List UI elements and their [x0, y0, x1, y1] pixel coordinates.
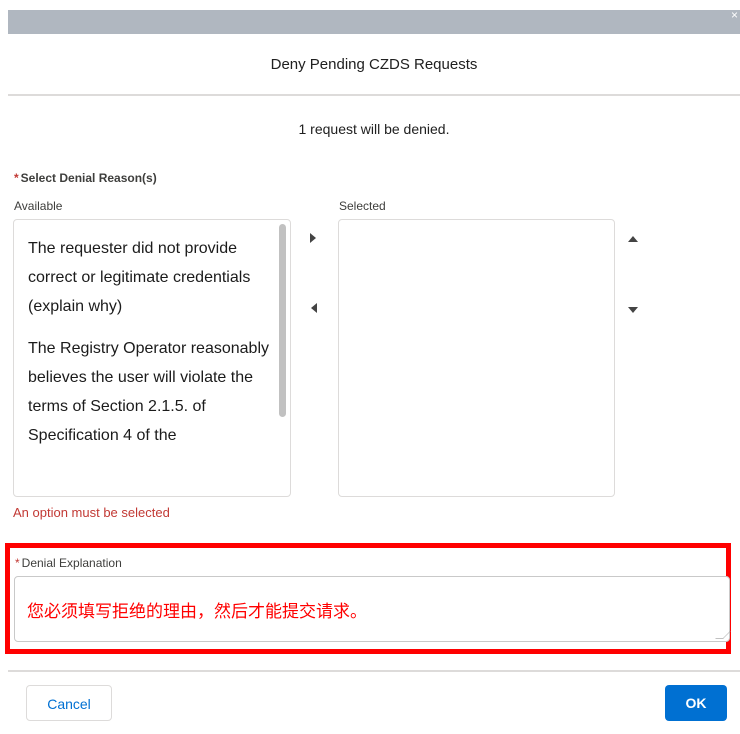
required-marker: * [15, 556, 20, 570]
caret-left-icon[interactable] [311, 303, 317, 313]
denial-explanation-value: 您必须填写拒绝的理由，然后才能提交请求。 [27, 602, 367, 622]
caret-right-icon[interactable] [310, 233, 316, 243]
modal-header-bar: × [8, 9, 740, 34]
available-option[interactable]: The Registry Operator reasonably believe… [28, 334, 274, 450]
available-option[interactable]: The requester did not provide correct or… [28, 234, 274, 321]
ok-button[interactable]: OK [665, 685, 727, 721]
resize-handle-icon[interactable] [715, 631, 731, 639]
close-icon[interactable]: × [731, 9, 738, 21]
denial-explanation-textarea[interactable]: 您必须填写拒绝的理由，然后才能提交请求。 [14, 576, 731, 642]
selected-listbox[interactable] [338, 219, 615, 497]
denial-explanation-label: * Denial Explanation [15, 556, 122, 570]
available-scrollbar[interactable] [279, 224, 286, 417]
denial-reason-label: * Select Denial Reason(s) [14, 171, 157, 185]
caret-down-icon[interactable] [628, 307, 638, 313]
request-summary: 1 request will be denied. [298, 121, 450, 137]
denial-reason-label-text: Select Denial Reason(s) [20, 171, 157, 185]
denial-reason-error: An option must be selected [13, 505, 170, 520]
footer-divider [8, 670, 740, 672]
available-listbox[interactable]: The requester did not provide correct or… [13, 219, 291, 497]
available-label: Available [14, 199, 63, 213]
available-options: The requester did not provide correct or… [28, 234, 274, 463]
header-divider [8, 94, 740, 96]
modal-title: Deny Pending CZDS Requests [270, 56, 478, 73]
cancel-button[interactable]: Cancel [26, 685, 112, 721]
denial-explanation-label-text: Denial Explanation [21, 556, 122, 570]
required-marker: * [14, 171, 19, 185]
selected-label: Selected [339, 199, 386, 213]
caret-up-icon[interactable] [628, 236, 638, 242]
